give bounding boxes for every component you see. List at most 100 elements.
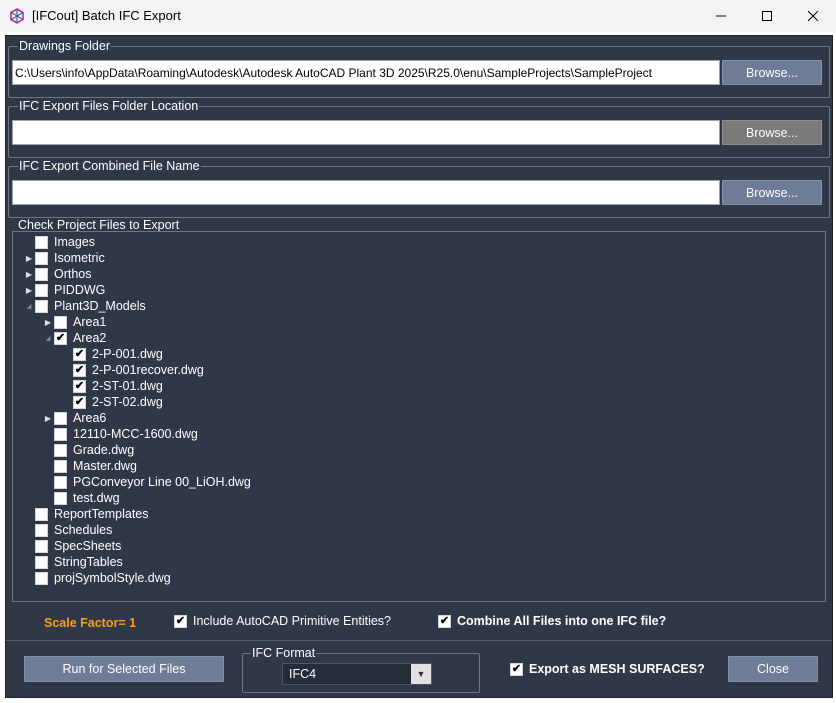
maximize-button[interactable] bbox=[744, 0, 790, 32]
tree-item-checkbox[interactable] bbox=[35, 555, 48, 569]
tree-item[interactable]: ▶ Isometric bbox=[23, 250, 105, 266]
minimize-button[interactable] bbox=[698, 0, 744, 32]
tree-item[interactable]: Schedules bbox=[23, 522, 112, 538]
tree-item-checkbox[interactable] bbox=[35, 283, 48, 297]
tree-item[interactable]: 12110-MCC-1600.dwg bbox=[42, 426, 198, 442]
tree-item[interactable]: ◢ ✔ Area2 bbox=[42, 330, 107, 346]
expand-arrow-icon[interactable]: ▶ bbox=[23, 250, 35, 266]
tree-item-checkbox[interactable] bbox=[35, 235, 48, 249]
tree-item-checkbox[interactable]: ✔ bbox=[73, 363, 86, 377]
combine-all-label: Combine All Files into one IFC file? bbox=[457, 614, 667, 628]
tree-item-checkbox[interactable]: ✔ bbox=[73, 395, 86, 409]
tree-item[interactable]: test.dwg bbox=[42, 490, 120, 506]
tree-item[interactable]: ◢ Plant3D_Models bbox=[23, 298, 146, 314]
run-selected-button[interactable]: Run for Selected Files bbox=[24, 656, 224, 682]
tree-item[interactable]: ▶ Orthos bbox=[23, 266, 92, 282]
close-button[interactable]: Close bbox=[728, 656, 818, 682]
include-primitive-checkbox[interactable]: ✔ bbox=[174, 614, 187, 628]
ifcout-app-icon bbox=[10, 8, 24, 24]
collapse-arrow-icon[interactable]: ◢ bbox=[23, 298, 35, 314]
tree-item-label: 2-P-001.dwg bbox=[92, 347, 163, 361]
tree-item[interactable]: ▶ Area1 bbox=[42, 314, 106, 330]
tree-item-label: 2-P-001recover.dwg bbox=[92, 363, 204, 377]
tree-item-label: Area6 bbox=[73, 411, 107, 425]
export-folder-input[interactable] bbox=[12, 120, 720, 145]
tree-item[interactable]: ▶ PIDDWG bbox=[23, 282, 105, 298]
tree-item-checkbox[interactable] bbox=[54, 443, 67, 457]
tree-item[interactable]: SpecSheets bbox=[23, 538, 121, 554]
tree-item-checkbox[interactable] bbox=[35, 523, 48, 537]
combined-name-browse-button[interactable]: Browse... bbox=[722, 180, 822, 205]
tree-item-label: test.dwg bbox=[73, 491, 120, 505]
tree-item-checkbox[interactable] bbox=[54, 475, 67, 489]
tree-item-checkbox[interactable] bbox=[54, 315, 67, 329]
tree-item-checkbox[interactable] bbox=[35, 251, 48, 265]
tree-item-checkbox[interactable] bbox=[54, 411, 67, 425]
ifc-format-label: IFC Format bbox=[251, 646, 317, 660]
chevron-down-icon[interactable]: ▼ bbox=[411, 664, 431, 684]
tree-item[interactable]: ✔ 2-P-001recover.dwg bbox=[61, 362, 204, 378]
tree-item-label: Schedules bbox=[54, 523, 113, 537]
tree-item-label: SpecSheets bbox=[54, 539, 122, 553]
tree-item[interactable]: ReportTemplates bbox=[23, 506, 149, 522]
mesh-surfaces-checkbox[interactable]: ✔ bbox=[510, 662, 523, 676]
tree-item[interactable]: Grade.dwg bbox=[42, 442, 134, 458]
tree-item[interactable]: ✔ 2-ST-02.dwg bbox=[61, 394, 163, 410]
tree-item-checkbox[interactable] bbox=[35, 539, 48, 553]
export-folder-browse-button[interactable]: Browse... bbox=[722, 120, 822, 145]
expand-arrow-icon[interactable]: ▶ bbox=[42, 314, 54, 330]
tree-item-checkbox[interactable] bbox=[35, 267, 48, 281]
expand-arrow-icon[interactable]: ▶ bbox=[42, 410, 54, 426]
collapse-arrow-icon[interactable]: ◢ bbox=[42, 330, 54, 346]
close-window-button[interactable] bbox=[790, 0, 836, 32]
ifc-format-select[interactable]: IFC4 ▼ bbox=[282, 663, 432, 685]
tree-item-checkbox[interactable] bbox=[54, 427, 67, 441]
tree-item-checkbox[interactable] bbox=[54, 459, 67, 473]
project-files-tree: Images ▶ Isometric ▶ Orthos ▶ PIDDWG ◢ Plant3D_M… bbox=[12, 231, 826, 602]
include-primitive-option[interactable]: ✔ Include AutoCAD Primitive Entities? bbox=[174, 614, 391, 628]
dialog-body: Drawings Folder C:\Users\info\AppData\Ro… bbox=[5, 35, 833, 698]
tree-item-checkbox[interactable]: ✔ bbox=[73, 379, 86, 393]
tree-item[interactable]: Master.dwg bbox=[42, 458, 137, 474]
tree-item[interactable]: Images bbox=[23, 234, 95, 250]
tree-item[interactable]: StringTables bbox=[23, 554, 123, 570]
maximize-icon bbox=[762, 11, 772, 21]
tree-item-checkbox[interactable]: ✔ bbox=[73, 347, 86, 361]
tree-item[interactable]: ✔ 2-ST-01.dwg bbox=[61, 378, 163, 394]
tree-item[interactable]: PGConveyor Line 00_LiOH.dwg bbox=[42, 474, 251, 490]
combine-all-checkbox[interactable]: ✔ bbox=[438, 614, 451, 628]
tree-item-label: Grade.dwg bbox=[73, 443, 135, 457]
scale-factor-text: Scale Factor= 1 bbox=[44, 616, 137, 630]
drawings-folder-input[interactable]: C:\Users\info\AppData\Roaming\Autodesk\A… bbox=[12, 60, 720, 85]
tree-item[interactable]: ▶ Area6 bbox=[42, 410, 106, 426]
tree-item-checkbox[interactable] bbox=[35, 299, 48, 313]
tree-item-label: Plant3D_Models bbox=[54, 299, 146, 313]
drawings-browse-button[interactable]: Browse... bbox=[722, 60, 822, 85]
project-files-label: Check Project Files to Export bbox=[17, 218, 181, 232]
drawings-folder-label: Drawings Folder bbox=[18, 39, 112, 53]
tree-item-checkbox[interactable] bbox=[35, 507, 48, 521]
minimize-icon bbox=[716, 15, 726, 17]
expand-arrow-icon[interactable]: ▶ bbox=[23, 282, 35, 298]
tree-item[interactable]: projSymbolStyle.dwg bbox=[23, 570, 171, 586]
expand-arrow-icon[interactable]: ▶ bbox=[23, 266, 35, 282]
combine-all-option[interactable]: ✔ Combine All Files into one IFC file? bbox=[438, 614, 666, 628]
combined-name-input[interactable] bbox=[12, 180, 720, 205]
tree-item-checkbox[interactable] bbox=[35, 571, 48, 585]
tree-item-label: 12110-MCC-1600.dwg bbox=[73, 427, 198, 441]
tree-item-checkbox[interactable]: ✔ bbox=[54, 331, 67, 345]
mesh-surfaces-option[interactable]: ✔ Export as MESH SURFACES? bbox=[510, 662, 705, 676]
tree-item-label: PIDDWG bbox=[54, 283, 106, 297]
tree-item[interactable]: ✔ 2-P-001.dwg bbox=[61, 346, 163, 362]
tree-item-checkbox[interactable] bbox=[54, 491, 67, 505]
